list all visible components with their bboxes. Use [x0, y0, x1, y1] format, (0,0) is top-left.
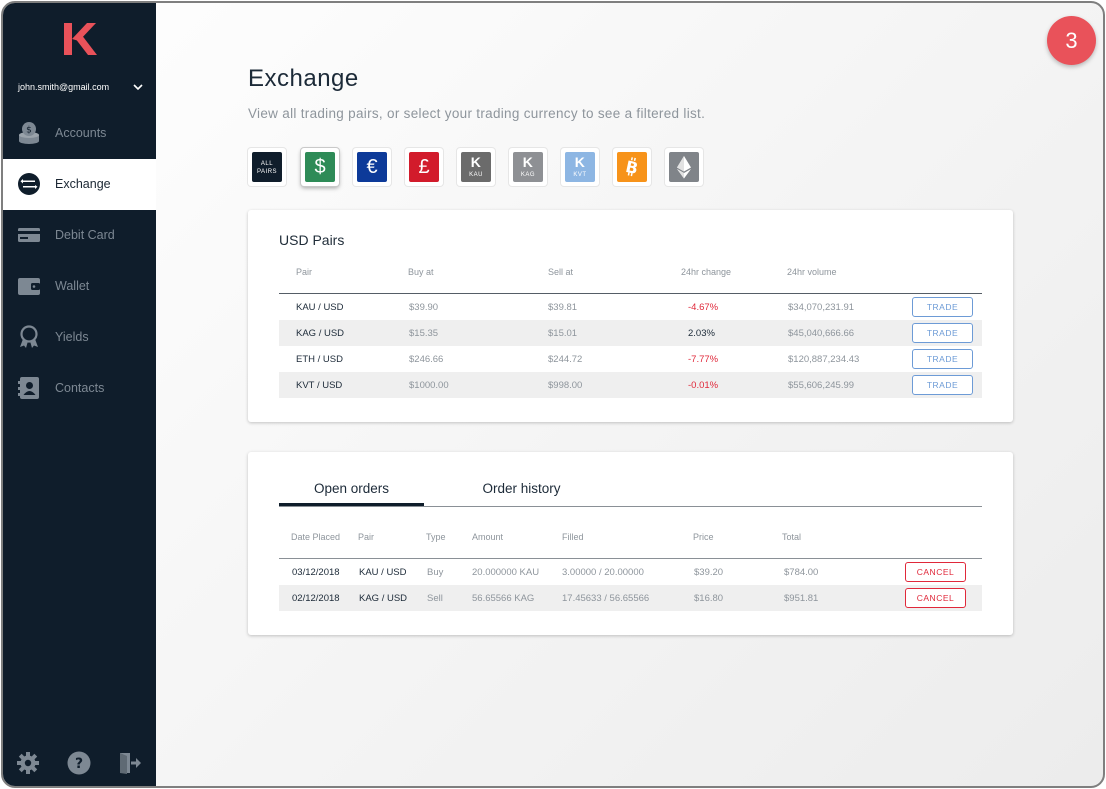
logout-icon[interactable]: [118, 751, 142, 775]
table-row: 03/12/2018 KAU / USD Buy 20.000000 KAU 3…: [279, 559, 982, 585]
col-buy-at: Buy at: [408, 267, 434, 277]
pairs-table: Pair Buy at Sell at 24hr change 24hr vol…: [279, 267, 982, 398]
filter-kvt[interactable]: K KVT: [561, 148, 599, 186]
app-window: john.smith@gmail.com $ Accounts Exchange…: [1, 1, 1105, 788]
col-type: Type: [426, 532, 446, 542]
kau-icon: K KAU: [461, 152, 491, 182]
col-filled: Filled: [562, 532, 584, 542]
filter-kag[interactable]: K KAG: [509, 148, 547, 186]
tab-order-history[interactable]: Order history: [454, 480, 589, 506]
filter-all-pairs[interactable]: ALL PAIRS: [248, 148, 286, 186]
tab-open-orders[interactable]: Open orders: [279, 480, 424, 506]
sidebar-item-contacts[interactable]: Contacts: [3, 363, 156, 414]
ethereum-icon: [669, 152, 699, 182]
sidebar-item-debit-card[interactable]: Debit Card: [3, 210, 156, 261]
trade-button[interactable]: TRADE: [912, 297, 973, 317]
sidebar-item-wallet[interactable]: Wallet: [3, 261, 156, 312]
table-row: KVT / USD $1000.00 $998.00 -0.01% $55,60…: [279, 372, 982, 398]
step-badge: 3: [1047, 16, 1096, 65]
filter-eur[interactable]: €: [353, 148, 391, 186]
dollar-icon: $: [305, 152, 335, 182]
orders-card: Open orders Order history Date Placed Pa…: [248, 452, 1013, 635]
wallet-icon: [18, 278, 40, 295]
chevron-down-icon[interactable]: [133, 83, 143, 91]
sidebar-item-exchange[interactable]: Exchange: [3, 159, 156, 210]
filter-kau[interactable]: K KAU: [457, 148, 495, 186]
col-pair: Pair: [296, 267, 313, 277]
page-subtitle: View all trading pairs, or select your t…: [248, 106, 706, 121]
table-header: Pair Buy at Sell at 24hr change 24hr vol…: [279, 267, 982, 287]
kvt-icon: K KVT: [565, 152, 595, 182]
card-title: USD Pairs: [279, 232, 345, 248]
table-row: KAU / USD $39.90 $39.81 -4.67% $34,070,2…: [279, 294, 982, 320]
col-price: Price: [693, 532, 714, 542]
table-row: KAG / USD $15.35 $15.01 2.03% $45,040,66…: [279, 320, 982, 346]
filter-btc[interactable]: B: [613, 148, 651, 186]
trade-button[interactable]: TRADE: [912, 349, 973, 369]
all-pairs-icon: ALL PAIRS: [252, 152, 282, 182]
gear-icon[interactable]: [16, 751, 40, 775]
award-icon: [20, 325, 38, 348]
exchange-icon: [18, 173, 40, 195]
col-pair: Pair: [358, 532, 375, 542]
col-sell-at: Sell at: [548, 267, 574, 277]
table-row: ETH / USD $246.66 $244.72 -7.77% $120,88…: [279, 346, 982, 372]
orders-tabs: Open orders Order history: [279, 480, 982, 506]
col-volume: 24hr volume: [787, 267, 837, 277]
svg-text:?: ?: [75, 756, 83, 772]
sidebar-item-accounts[interactable]: $ Accounts: [3, 108, 156, 159]
filter-usd[interactable]: $: [301, 148, 339, 186]
filter-gbp[interactable]: £: [405, 148, 443, 186]
orders-table: Date Placed Pair Type Amount Filled Pric…: [279, 532, 982, 612]
table-header: Date Placed Pair Type Amount Filled Pric…: [279, 532, 982, 552]
trade-button[interactable]: TRADE: [912, 375, 973, 395]
trade-button[interactable]: TRADE: [912, 323, 973, 343]
cancel-button[interactable]: CANCEL: [905, 562, 966, 582]
logo-icon: [64, 23, 97, 55]
contacts-icon: [18, 377, 39, 399]
page-title: Exchange: [248, 65, 359, 92]
euro-icon: €: [357, 152, 387, 182]
kag-icon: K KAG: [513, 152, 543, 182]
col-change: 24hr change: [681, 267, 732, 277]
tabs-divider: [279, 506, 982, 507]
col-amount: Amount: [472, 532, 504, 542]
help-icon[interactable]: ?: [67, 751, 91, 775]
filter-eth[interactable]: [665, 148, 703, 186]
sidebar-item-yields[interactable]: Yields: [3, 312, 156, 363]
svg-text:$: $: [26, 126, 32, 136]
cancel-button[interactable]: CANCEL: [905, 588, 966, 608]
main-content: Exchange View all trading pairs, or sele…: [156, 3, 1103, 786]
user-email: john.smith@gmail.com: [18, 82, 110, 92]
col-total: Total: [782, 532, 802, 542]
card-icon: [18, 228, 40, 242]
table-row: 02/12/2018 KAG / USD Sell 56.65566 KAG 1…: [279, 585, 982, 611]
pound-icon: £: [409, 152, 439, 182]
col-date: Date Placed: [291, 532, 341, 542]
usd-pairs-card: USD Pairs Pair Buy at Sell at 24hr chang…: [248, 210, 1013, 422]
account-menu[interactable]: john.smith@gmail.com: [3, 79, 156, 99]
coins-icon: $: [19, 122, 39, 144]
sidebar: john.smith@gmail.com $ Accounts Exchange…: [3, 3, 156, 786]
bitcoin-icon: B: [617, 152, 647, 182]
